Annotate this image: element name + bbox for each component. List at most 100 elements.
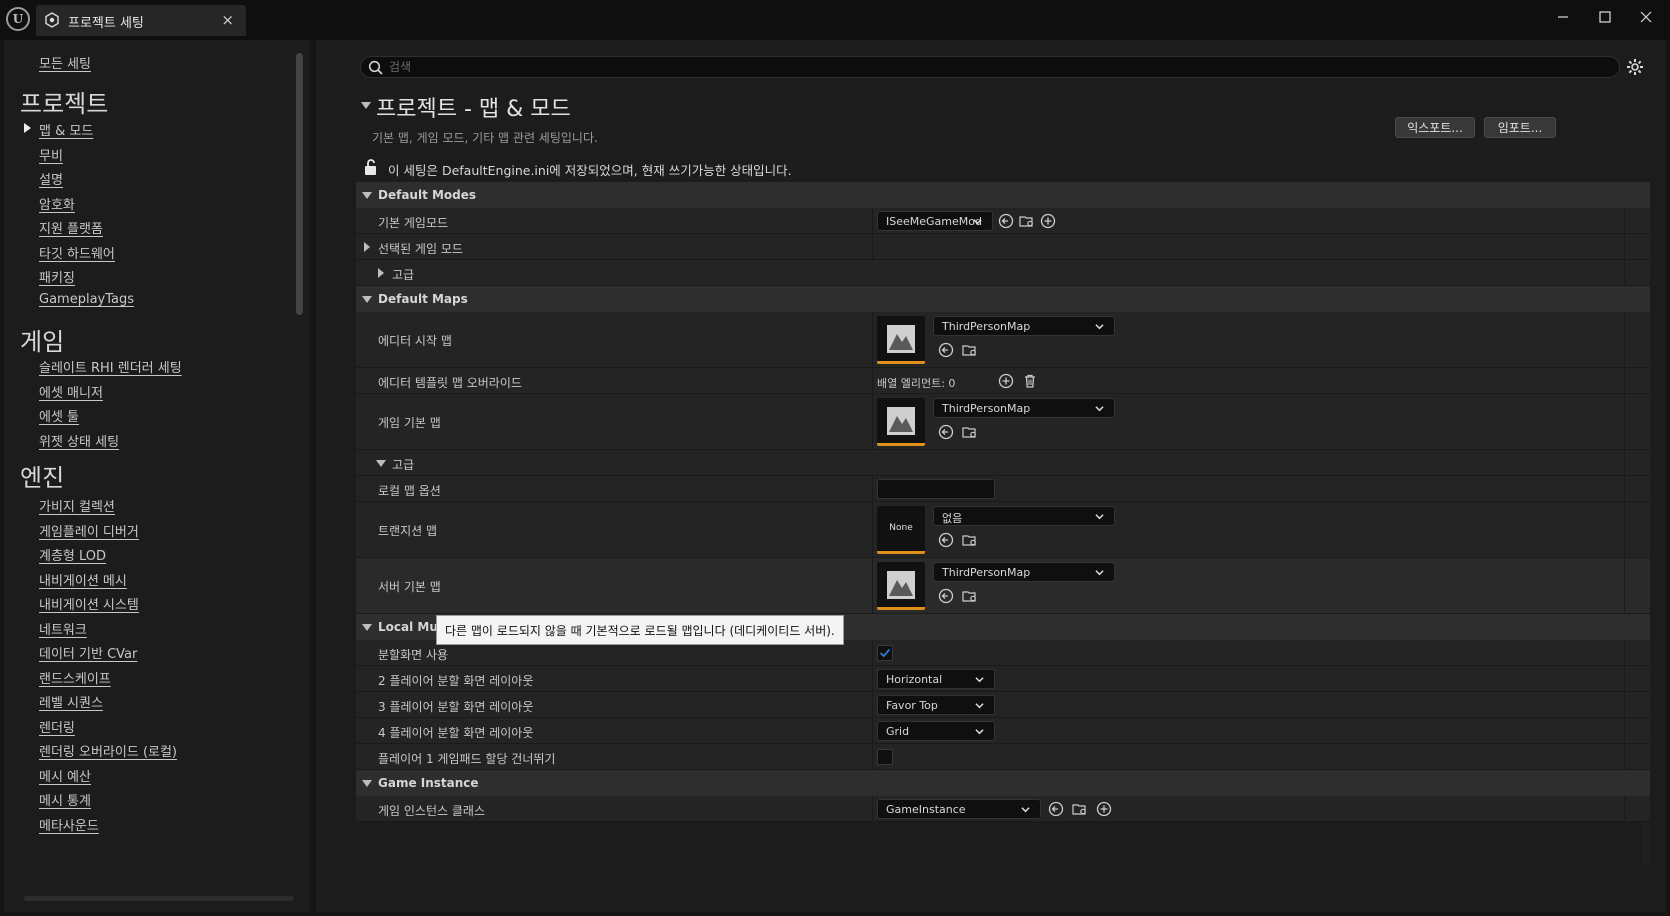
add-icon[interactable] [1040, 213, 1056, 229]
local-map-options-input[interactable] [877, 479, 995, 499]
sidebar-item[interactable]: 내비게이션 시스템 [39, 594, 139, 613]
sidebar-item[interactable]: 패키징 [39, 267, 75, 286]
sidebar-item[interactable]: 메타사운드 [39, 815, 99, 834]
sidebar-item-all-settings[interactable]: 모든 세팅 [39, 53, 91, 72]
close-window-icon[interactable] [1631, 6, 1661, 28]
sidebar-item[interactable]: 렌더링 오버라이드 (로컬) [39, 741, 177, 760]
sidebar-item[interactable]: 에셋 매니저 [39, 382, 103, 401]
browse-folder-icon[interactable] [962, 588, 978, 604]
sidebar-item[interactable]: 에셋 툴 [39, 406, 79, 425]
add-element-icon[interactable] [998, 373, 1014, 389]
gear-icon[interactable] [1626, 58, 1644, 76]
sidebar-horizontal-scrollbar[interactable] [24, 896, 294, 901]
sidebar-item[interactable]: 타깃 하드웨어 [39, 243, 115, 262]
section-collapse-icon[interactable] [362, 192, 372, 199]
use-selected-icon[interactable] [998, 213, 1014, 229]
column-divider [872, 312, 873, 367]
transition-map-dropdown[interactable]: 없음 [933, 506, 1115, 526]
row-selected-gamemode[interactable]: 선택된 게임 모드 [356, 234, 1650, 260]
row-advanced-modes[interactable]: 고급 [356, 260, 1650, 286]
section-game-instance[interactable]: Game Instance [356, 770, 1650, 796]
row-four-player-layout: 4 플레이어 분할 화면 레이아웃 Grid [356, 718, 1650, 744]
section-collapse-icon[interactable] [362, 780, 372, 787]
sidebar-item[interactable]: 가비지 컬렉션 [39, 496, 115, 515]
unreal-logo-icon[interactable]: U [6, 7, 30, 31]
column-divider [1624, 502, 1625, 557]
add-icon[interactable] [1096, 801, 1112, 817]
import-button[interactable]: 임포트... [1484, 117, 1556, 138]
browse-folder-icon[interactable] [962, 342, 978, 358]
two-player-layout-dropdown[interactable]: Horizontal [877, 669, 995, 689]
use-selected-icon[interactable] [1048, 801, 1064, 817]
game-default-map-dropdown[interactable]: ThirdPersonMap [933, 398, 1115, 418]
property-label: 게임 인스턴스 클래스 [378, 804, 485, 818]
browse-folder-icon[interactable] [1019, 213, 1035, 229]
collapse-icon[interactable] [376, 460, 386, 467]
property-label: 플레이어 1 게임패드 할당 건너뛰기 [378, 752, 556, 766]
skip-gamepad-checkbox[interactable] [877, 749, 893, 765]
section-default-maps[interactable]: Default Maps [356, 286, 1650, 312]
sidebar-item[interactable]: 게임플레이 디버거 [39, 521, 139, 540]
property-label: 3 플레이어 분할 화면 레이아웃 [378, 700, 534, 714]
sidebar-item[interactable]: 메시 통계 [39, 790, 91, 809]
editor-startup-map-dropdown[interactable]: ThirdPersonMap [933, 316, 1115, 336]
page-collapse-icon[interactable] [361, 102, 371, 109]
sidebar-item[interactable]: 데이터 기반 CVar [39, 643, 137, 662]
export-button[interactable]: 익스포트... [1395, 117, 1475, 138]
sidebar-item[interactable]: 랜드스케이프 [39, 668, 111, 687]
sidebar-item[interactable]: 지원 플랫폼 [39, 218, 103, 237]
use-selected-icon[interactable] [938, 424, 954, 440]
search-bar[interactable] [360, 56, 1620, 78]
sidebar-item[interactable]: 레벨 시퀀스 [39, 692, 103, 711]
section-collapse-icon[interactable] [362, 624, 372, 631]
sidebar-item[interactable]: 맵 & 모드 [39, 120, 93, 139]
section-collapse-icon[interactable] [362, 296, 372, 303]
use-selected-icon[interactable] [938, 342, 954, 358]
sidebar-item[interactable]: 메시 예산 [39, 766, 91, 785]
search-input[interactable] [389, 58, 1589, 76]
use-selected-icon[interactable] [938, 588, 954, 604]
map-thumbnail[interactable]: None [877, 506, 925, 554]
browse-folder-icon[interactable] [1072, 801, 1088, 817]
map-thumbnail[interactable] [877, 398, 925, 446]
split-screen-checkbox[interactable] [877, 645, 893, 661]
minimize-icon[interactable] [1548, 6, 1578, 28]
chevron-down-icon [1021, 807, 1030, 813]
row-advanced-maps[interactable]: 고급 [356, 450, 1650, 476]
gamemode-dropdown[interactable]: ISeeMeGameMod [877, 211, 993, 231]
game-instance-dropdown[interactable]: GameInstance [877, 799, 1041, 819]
server-default-map-dropdown[interactable]: ThirdPersonMap [933, 562, 1115, 582]
trash-icon[interactable] [1022, 373, 1038, 389]
tab-project-settings[interactable]: 프로젝트 세팅 × [36, 5, 246, 36]
map-thumbnail[interactable] [877, 316, 925, 364]
sidebar-item[interactable]: 계층형 LOD [39, 545, 106, 564]
sidebar-item[interactable]: 네트워크 [39, 619, 87, 638]
expand-icon[interactable] [364, 242, 370, 252]
search-icon [368, 60, 383, 75]
expand-icon[interactable] [378, 268, 384, 278]
map-thumbnail[interactable] [877, 562, 925, 610]
sidebar-item[interactable]: 설명 [39, 169, 63, 188]
four-player-layout-dropdown[interactable]: Grid [877, 721, 995, 741]
property-label: 트랜지션 맵 [378, 524, 438, 538]
sidebar-category-title: 엔진 [20, 464, 65, 492]
section-default-modes[interactable]: Default Modes [356, 182, 1650, 208]
sidebar-item[interactable]: 렌더링 [39, 717, 75, 736]
sidebar-item[interactable]: 무비 [39, 145, 63, 164]
maximize-icon[interactable] [1590, 6, 1620, 28]
row-skip-gamepad: 플레이어 1 게임패드 할당 건너뛰기 [356, 744, 1650, 770]
server-map-tooltip: 다른 맵이 로드되지 않을 때 기본적으로 로드될 맵입니다 (데디케이티드 서… [436, 615, 844, 645]
sidebar-item[interactable]: 슬레이트 RHI 렌더러 세팅 [39, 357, 182, 376]
browse-folder-icon[interactable] [962, 424, 978, 440]
sidebar-item[interactable]: 위젯 상태 세팅 [39, 431, 119, 450]
sidebar-scrollbar[interactable] [296, 53, 303, 315]
tab-close-icon[interactable]: × [221, 11, 234, 29]
sidebar-item[interactable]: 내비게이션 메시 [39, 570, 127, 589]
sidebar-item[interactable]: 암호화 [39, 194, 75, 213]
sidebar-item[interactable]: GameplayTags [39, 292, 134, 307]
property-label: 고급 [392, 268, 415, 282]
three-player-layout-dropdown[interactable]: Favor Top [877, 695, 995, 715]
use-selected-icon[interactable] [938, 532, 954, 548]
browse-folder-icon[interactable] [962, 532, 978, 548]
column-divider [1624, 744, 1625, 769]
